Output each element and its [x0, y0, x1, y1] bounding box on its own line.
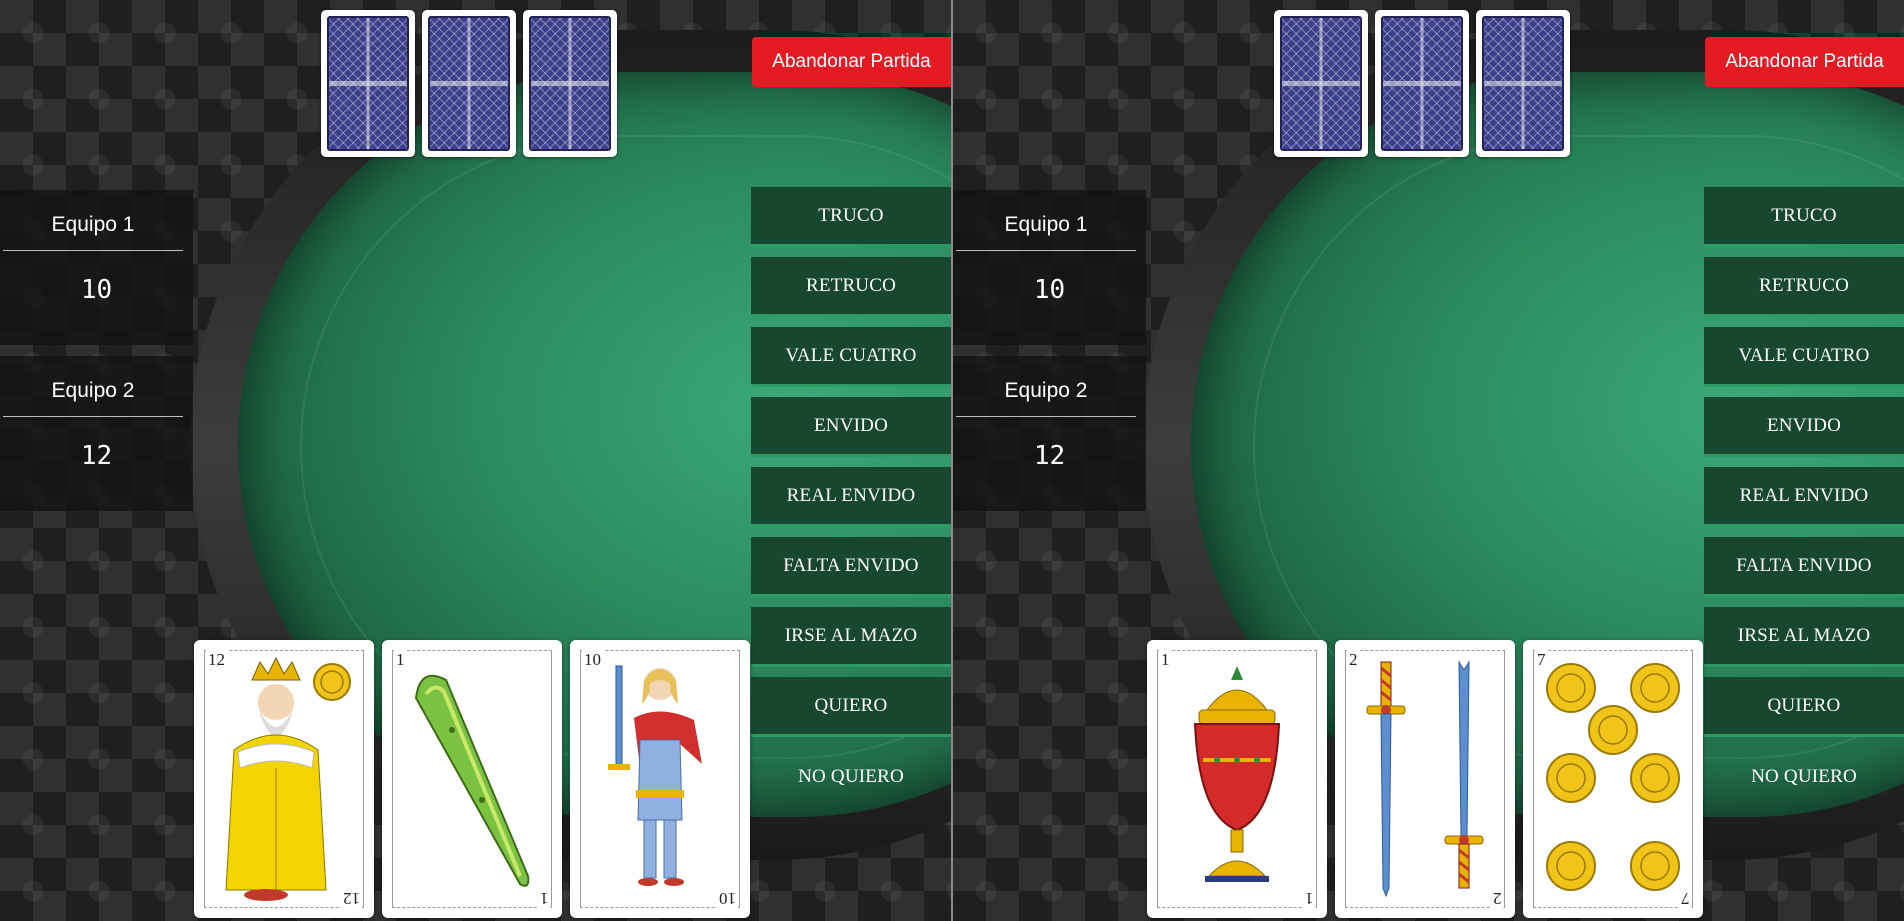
card-number: 10 [717, 888, 738, 908]
truco-button[interactable]: TRUCO [751, 187, 951, 247]
quiero-button[interactable]: QUIERO [1704, 677, 1904, 737]
card-number: 10 [582, 650, 603, 670]
abandon-game-button[interactable]: Abandonar Partida [752, 37, 951, 87]
king-figure-icon [225, 656, 351, 901]
card-10-espadas[interactable]: 10 10 [570, 640, 750, 918]
team-name: Equipo 1 [956, 190, 1136, 251]
card-number: 2 [1347, 650, 1360, 670]
card-back-icon [1476, 10, 1570, 157]
card-number: 1 [394, 650, 407, 670]
card-1-copas[interactable]: 1 1 [1147, 640, 1327, 918]
envido-button[interactable]: ENVIDO [751, 397, 951, 457]
card-number: 7 [1535, 650, 1548, 670]
player-view-left: Abandonar Partida Equipo 1 10 Equipo 2 1… [0, 0, 951, 921]
envido-button[interactable]: ENVIDO [1704, 397, 1904, 457]
team-name: Equipo 2 [956, 356, 1136, 417]
card-back-icon [1274, 10, 1368, 157]
falta-envido-button[interactable]: FALTA ENVIDO [1704, 537, 1904, 597]
card-number: 7 [1678, 888, 1691, 908]
player-hand: 12 12 1 1 10 10 [194, 640, 750, 918]
real-envido-button[interactable]: REAL ENVIDO [751, 467, 951, 527]
retruco-button[interactable]: RETRUCO [751, 257, 951, 317]
action-panel: TRUCO RETRUCO VALE CUATRO ENVIDO REAL EN… [1704, 187, 1904, 817]
card-1-bastos[interactable]: 1 1 [382, 640, 562, 918]
irse-al-mazo-button[interactable]: IRSE AL MAZO [1704, 607, 1904, 667]
card-back-icon [1375, 10, 1469, 157]
card-7-oros[interactable]: 7 7 [1523, 640, 1703, 918]
card-2-espadas[interactable]: 2 2 [1335, 640, 1515, 918]
retruco-button[interactable]: RETRUCO [1704, 257, 1904, 317]
opponent-hand [321, 10, 617, 157]
irse-al-mazo-button[interactable]: IRSE AL MAZO [751, 607, 951, 667]
page-figure-icon [608, 665, 702, 886]
scoreboard-team-1: Equipo 1 10 [0, 190, 193, 345]
team-name: Equipo 1 [3, 190, 183, 251]
card-back-icon [422, 10, 516, 157]
team-name: Equipo 2 [3, 356, 183, 417]
opponent-hand [1274, 10, 1570, 157]
vale-cuatro-button[interactable]: VALE CUATRO [751, 327, 951, 387]
card-12-oros[interactable]: 12 12 [194, 640, 374, 918]
abandon-game-button[interactable]: Abandonar Partida [1705, 37, 1904, 87]
card-back-icon [321, 10, 415, 157]
player-view-right: Abandonar Partida Equipo 1 10 Equipo 2 1… [953, 0, 1904, 921]
scoreboard-team-2: Equipo 2 12 [0, 356, 193, 511]
card-number: 1 [537, 888, 550, 908]
card-number: 2 [1490, 888, 1503, 908]
real-envido-button[interactable]: REAL ENVIDO [1704, 467, 1904, 527]
club-icon [414, 674, 530, 887]
no-quiero-button[interactable]: NO QUIERO [1704, 747, 1904, 807]
scoreboard-team-1: Equipo 1 10 [953, 190, 1146, 345]
cup-icon [1193, 666, 1281, 882]
card-number: 12 [341, 888, 362, 908]
falta-envido-button[interactable]: FALTA ENVIDO [751, 537, 951, 597]
card-back-icon [523, 10, 617, 157]
sword-icon [1366, 660, 1484, 898]
card-number: 1 [1302, 888, 1315, 908]
coins-icon [1546, 663, 1680, 891]
vale-cuatro-button[interactable]: VALE CUATRO [1704, 327, 1904, 387]
team-points: 12 [1033, 441, 1066, 471]
player-hand: 1 1 2 2 7 7 [1147, 640, 1703, 918]
card-number: 1 [1159, 650, 1172, 670]
team-points: 10 [1033, 275, 1066, 305]
quiero-button[interactable]: QUIERO [751, 677, 951, 737]
no-quiero-button[interactable]: NO QUIERO [751, 747, 951, 807]
team-points: 12 [80, 441, 113, 471]
action-panel: TRUCO RETRUCO VALE CUATRO ENVIDO REAL EN… [751, 187, 951, 817]
truco-button[interactable]: TRUCO [1704, 187, 1904, 247]
scoreboard-team-2: Equipo 2 12 [953, 356, 1146, 511]
card-number: 12 [206, 650, 227, 670]
team-points: 10 [80, 275, 113, 305]
